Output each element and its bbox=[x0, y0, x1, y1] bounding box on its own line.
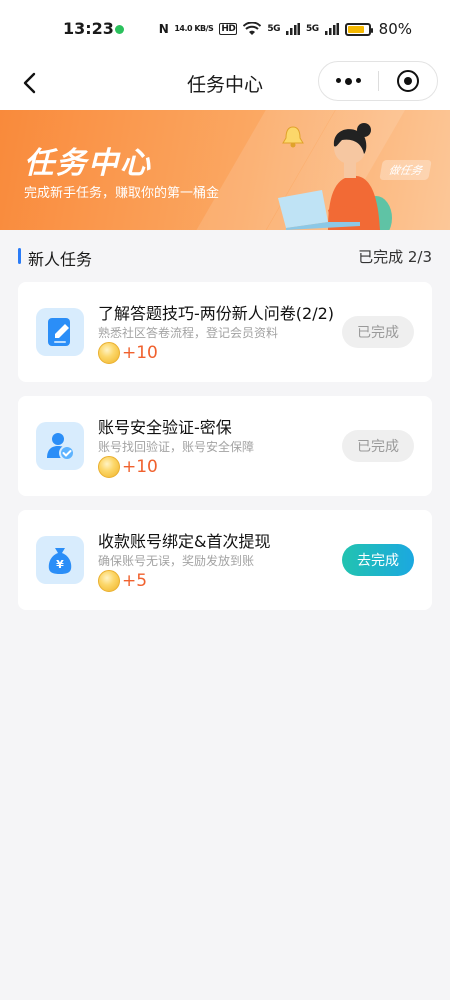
section-title: 新人任务 bbox=[28, 250, 93, 269]
task-reward: +5 bbox=[98, 570, 147, 592]
task-title: 账号安全验证-密保 bbox=[98, 418, 232, 437]
banner-subtitle: 完成新手任务，赚取你的第一桶金 bbox=[24, 186, 220, 201]
document-edit-icon bbox=[36, 308, 84, 356]
task-card: 了解答题技巧-两份新人问卷(2/2) 熟悉社区答卷流程，登记会员资料 +10 已… bbox=[18, 282, 432, 382]
more-button[interactable] bbox=[319, 77, 378, 85]
close-button[interactable] bbox=[379, 70, 437, 92]
battery-icon bbox=[344, 22, 373, 36]
coin-icon bbox=[98, 342, 120, 364]
task-description: 账号找回验证，账号安全保障 bbox=[98, 440, 255, 454]
user-verified-icon bbox=[36, 422, 84, 470]
net-speed: 14.0 KB/S bbox=[174, 24, 214, 33]
task-points: +5 bbox=[122, 571, 148, 591]
status-time: 13:23 bbox=[63, 19, 114, 38]
signal-5g-icon: 5G bbox=[267, 24, 280, 34]
task-reward: +10 bbox=[98, 342, 158, 364]
status-bar: 13:23 N 14.0 KB/S HD 5G 5G 80% bbox=[0, 0, 450, 58]
coin-icon bbox=[98, 456, 120, 478]
battery-level bbox=[347, 25, 364, 33]
signal-5g-icon-2: 5G bbox=[306, 24, 319, 34]
nav-bar: 任务中心 bbox=[0, 58, 450, 110]
miniprogram-capsule bbox=[318, 61, 438, 101]
task-start-button[interactable]: 去完成 bbox=[342, 544, 414, 576]
signal-bars-icon bbox=[286, 23, 300, 35]
task-description: 确保账号无误，奖励发放到账 bbox=[98, 554, 255, 568]
task-card: ¥ 收款账号绑定&首次提现 确保账号无误，奖励发放到账 +5 去完成 bbox=[18, 510, 432, 610]
task-points: +10 bbox=[122, 343, 158, 363]
signal-bars-icon-2 bbox=[324, 23, 339, 35]
nfc-icon: N bbox=[158, 22, 169, 36]
section-header: 新人任务 已完成 2/3 bbox=[18, 245, 432, 269]
task-reward: +10 bbox=[98, 456, 158, 478]
task-completed-button[interactable]: 已完成 bbox=[342, 316, 414, 348]
task-banner: 任务中心 完成新手任务，赚取你的第一桶金 做任务 bbox=[0, 110, 450, 230]
banner-title: 任务中心 bbox=[24, 146, 152, 181]
task-title: 了解答题技巧-两份新人问卷(2/2) bbox=[98, 304, 335, 323]
person-laptop-illustration bbox=[278, 123, 392, 230]
banner-tag: 做任务 bbox=[379, 160, 432, 180]
wechat-indicator-icon bbox=[115, 25, 124, 34]
status-indicators: N 14.0 KB/S HD 5G 5G 80% bbox=[159, 20, 412, 38]
task-description: 熟悉社区答卷流程，登记会员资料 bbox=[98, 326, 279, 340]
svg-text:¥: ¥ bbox=[56, 558, 64, 571]
money-bag-icon: ¥ bbox=[36, 536, 84, 584]
task-completed-button[interactable]: 已完成 bbox=[342, 430, 414, 462]
section-progress: 已完成 2/3 bbox=[358, 248, 432, 266]
task-title: 收款账号绑定&首次提现 bbox=[98, 532, 271, 551]
hd-icon: HD bbox=[219, 23, 238, 35]
battery-text: 80% bbox=[378, 20, 412, 38]
close-target-icon bbox=[396, 70, 419, 92]
wifi-icon bbox=[243, 22, 262, 35]
task-points: +10 bbox=[122, 457, 158, 477]
section-accent-bar bbox=[18, 248, 21, 264]
task-card: 账号安全验证-密保 账号找回验证，账号安全保障 +10 已完成 bbox=[18, 396, 432, 496]
coin-icon bbox=[98, 570, 120, 592]
